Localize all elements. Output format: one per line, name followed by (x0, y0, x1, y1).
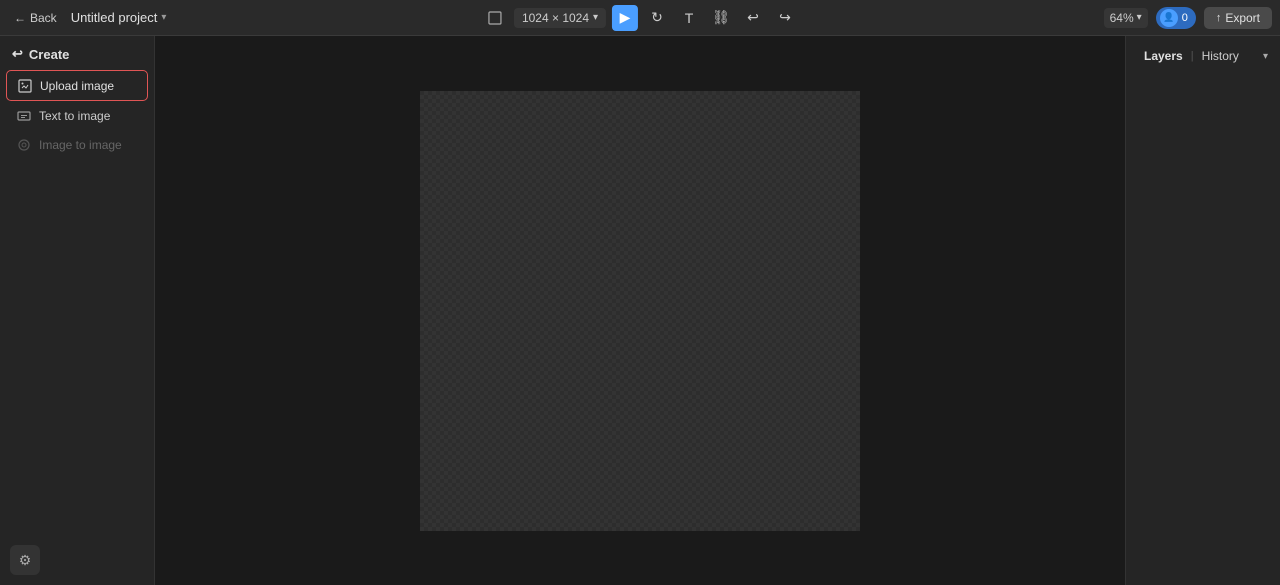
rotate-button[interactable]: ↻ (644, 5, 670, 31)
export-icon: ↑ (1216, 12, 1222, 24)
settings-gear-icon: ⚙ (19, 552, 32, 569)
image-to-image-icon (16, 137, 31, 152)
play-icon: ▶ (620, 9, 631, 26)
export-label: Export (1225, 11, 1260, 25)
canvas-size-label: 1024 × 1024 (522, 11, 589, 25)
sidebar-item-upload-image[interactable]: Upload image (6, 70, 148, 101)
export-button[interactable]: ↑ Export (1204, 7, 1272, 29)
tab-divider: | (1191, 50, 1194, 62)
play-button[interactable]: ▶ (612, 5, 638, 31)
user-badge: 👤 0 (1156, 7, 1196, 29)
user-avatar-icon: 👤 (1163, 12, 1174, 23)
canvas-checkerboard (420, 91, 860, 531)
text-tool-button[interactable]: T (676, 5, 702, 31)
zoom-button[interactable]: 64% ▾ (1104, 8, 1148, 28)
tab-group: Layers | History (1138, 46, 1245, 66)
topbar-center: 1024 × 1024 ▾ ▶ ↻ T ⛓ ↩ ↪ (482, 5, 798, 31)
undo-icon: ↩ (747, 9, 759, 26)
zoom-chevron-icon: ▾ (1137, 12, 1142, 23)
user-count: 0 (1182, 12, 1188, 24)
link-icon: ⛓ (712, 9, 730, 26)
back-label: Back (30, 11, 57, 25)
tab-history[interactable]: History (1196, 46, 1245, 66)
rotate-icon: ↻ (651, 9, 663, 26)
image-to-image-label: Image to image (39, 138, 122, 152)
project-name[interactable]: Untitled project ▾ (71, 10, 167, 25)
upload-image-icon (17, 78, 32, 93)
settings-button[interactable]: ⚙ (10, 545, 40, 575)
project-title: Untitled project (71, 10, 158, 25)
sidebar-header-label: Create (29, 47, 69, 62)
text-to-image-label: Text to image (39, 109, 110, 123)
main-area: ↩ Create Upload image Text to (0, 36, 1280, 585)
text-icon: T (685, 10, 694, 26)
upload-image-label: Upload image (40, 79, 114, 93)
redo-button[interactable]: ↪ (772, 5, 798, 31)
left-sidebar: ↩ Create Upload image Text to (0, 36, 155, 585)
sidebar-item-image-to-image: Image to image (6, 130, 148, 159)
topbar: ← Back Untitled project ▾ 1024 × 1024 ▾ … (0, 0, 1280, 36)
canvas-icon[interactable] (482, 5, 508, 31)
canvas-size-button[interactable]: 1024 × 1024 ▾ (514, 8, 606, 28)
back-arrow-icon: ← (14, 11, 26, 25)
user-avatar: 👤 (1160, 9, 1178, 27)
redo-icon: ↪ (779, 9, 791, 26)
right-sidebar: Layers | History ▾ (1125, 36, 1280, 585)
undo-button[interactable]: ↩ (740, 5, 766, 31)
sidebar-header: ↩ Create (0, 36, 154, 70)
layers-label: Layers (1144, 49, 1183, 63)
zoom-level: 64% (1110, 11, 1134, 25)
link-button[interactable]: ⛓ (708, 5, 734, 31)
right-sidebar-header: Layers | History ▾ (1126, 36, 1280, 74)
create-icon: ↩ (12, 46, 23, 62)
back-button[interactable]: ← Back (8, 8, 63, 28)
text-to-image-icon (16, 108, 31, 123)
topbar-right: 64% ▾ 👤 0 ↑ Export (1104, 7, 1272, 29)
canvas-size-chevron-icon: ▾ (593, 12, 598, 23)
canvas-container (420, 91, 860, 531)
canvas-area[interactable] (155, 36, 1125, 585)
project-chevron-icon: ▾ (161, 12, 166, 23)
topbar-left: ← Back Untitled project ▾ (8, 8, 166, 28)
bottom-left: ⚙ (10, 545, 40, 575)
tab-layers[interactable]: Layers (1138, 46, 1189, 66)
history-chevron-icon: ▾ (1263, 51, 1268, 62)
history-label: History (1202, 49, 1239, 63)
sidebar-item-text-to-image[interactable]: Text to image (6, 101, 148, 130)
